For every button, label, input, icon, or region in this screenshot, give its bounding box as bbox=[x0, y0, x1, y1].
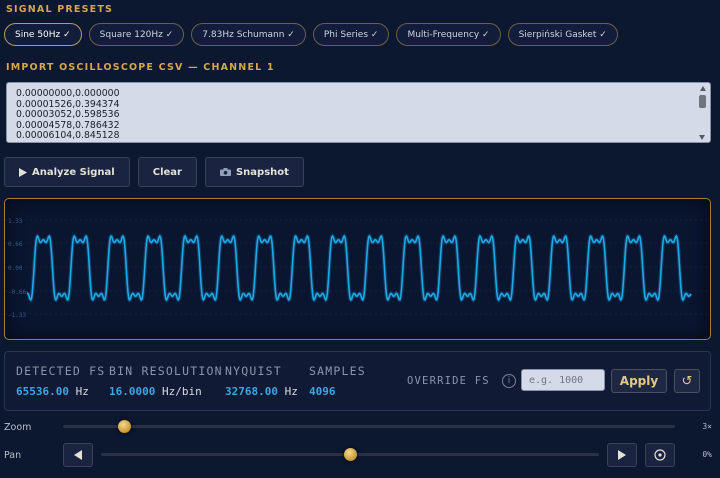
csv-input[interactable]: 0.00000000,0.000000 0.00001526,0.394374 … bbox=[6, 82, 711, 143]
y-tick-label: 0.66 bbox=[8, 241, 23, 248]
preset-square-120hz[interactable]: Square 120Hz ✓ bbox=[88, 23, 185, 46]
presets-section-title: SIGNAL PRESETS bbox=[6, 4, 114, 15]
camera-icon bbox=[219, 168, 231, 176]
preset-list: Sine 50Hz ✓ Square 120Hz ✓ 7.83Hz Schuma… bbox=[4, 23, 618, 46]
csv-text[interactable]: 0.00000000,0.000000 0.00001526,0.394374 … bbox=[7, 83, 710, 142]
reset-icon[interactable]: ↺ bbox=[674, 369, 700, 393]
y-tick-label: -0.66 bbox=[8, 289, 27, 296]
target-icon bbox=[654, 449, 666, 461]
y-tick-label: 1.33 bbox=[8, 218, 23, 225]
pan-label: Pan bbox=[4, 450, 22, 461]
samples-value: 4096 bbox=[309, 385, 336, 398]
analyze-signal-button[interactable]: Analyze Signal bbox=[4, 157, 130, 187]
pan-slider-thumb[interactable] bbox=[344, 448, 357, 461]
apply-button[interactable]: Apply bbox=[611, 369, 667, 393]
override-fs-label: OVERRIDE FS bbox=[407, 375, 490, 387]
analyze-signal-label: Analyze Signal bbox=[32, 166, 115, 178]
waveform-chart bbox=[5, 219, 710, 315]
pan-value: 0% bbox=[702, 450, 712, 459]
signal-stats-panel: DETECTED FS 65536.00 Hz BIN RESOLUTION 1… bbox=[4, 351, 711, 411]
nyquist-value: 32768.00 Hz bbox=[225, 385, 298, 398]
snapshot-button[interactable]: Snapshot bbox=[204, 157, 304, 187]
chevron-left-icon bbox=[74, 450, 82, 460]
override-fs-input[interactable] bbox=[521, 369, 605, 391]
pan-left-button[interactable] bbox=[63, 443, 93, 467]
samples-number: 4096 bbox=[309, 385, 336, 398]
nyquist-unit: Hz bbox=[284, 385, 298, 398]
preset-schumann[interactable]: 7.83Hz Schumann ✓ bbox=[191, 23, 306, 46]
oscilloscope-display: 1.33 0.66 0.00 -0.66 -1.33 bbox=[4, 198, 711, 340]
y-tick-label: -1.33 bbox=[8, 312, 27, 319]
csv-scrollbar[interactable] bbox=[698, 86, 707, 140]
info-icon[interactable]: i bbox=[502, 374, 516, 388]
nyquist-label: NYQUIST bbox=[225, 364, 282, 378]
center-button[interactable] bbox=[645, 443, 675, 467]
y-tick-label: 0.00 bbox=[8, 265, 23, 272]
chevron-right-icon bbox=[618, 450, 626, 460]
clear-button[interactable]: Clear bbox=[137, 157, 197, 187]
bin-resolution-unit: Hz/bin bbox=[161, 385, 202, 398]
samples-label: SAMPLES bbox=[309, 364, 366, 378]
zoom-value: 3× bbox=[702, 422, 712, 431]
zoom-slider-thumb[interactable] bbox=[118, 420, 132, 433]
preset-phi-series[interactable]: Phi Series ✓ bbox=[312, 23, 390, 46]
bin-resolution-label: BIN RESOLUTION bbox=[109, 364, 223, 378]
zoom-label: Zoom bbox=[4, 422, 32, 433]
nyquist-number: 32768.00 bbox=[225, 385, 278, 398]
snapshot-label: Snapshot bbox=[235, 166, 289, 178]
scrollbar-thumb[interactable] bbox=[699, 95, 706, 108]
bin-resolution-value: 16.0000 Hz/bin bbox=[109, 385, 202, 398]
preset-multi-frequency[interactable]: Multi-Frequency ✓ bbox=[396, 23, 501, 46]
scroll-down-icon[interactable] bbox=[699, 135, 705, 140]
preset-sine-50hz[interactable]: Sine 50Hz ✓ bbox=[4, 23, 82, 46]
preset-sierpinski-gasket[interactable]: Sierpiński Gasket ✓ bbox=[507, 23, 618, 46]
detected-fs-unit: Hz bbox=[75, 385, 89, 398]
detected-fs-value: 65536.00 Hz bbox=[16, 385, 89, 398]
import-section-title: IMPORT OSCILLOSCOPE CSV — CHANNEL 1 bbox=[6, 62, 275, 73]
pan-right-button[interactable] bbox=[607, 443, 637, 467]
scroll-up-icon[interactable] bbox=[699, 86, 706, 91]
detected-fs-label: DETECTED FS bbox=[16, 364, 106, 378]
play-icon bbox=[19, 167, 27, 177]
detected-fs-number: 65536.00 bbox=[16, 385, 69, 398]
zoom-slider-track[interactable] bbox=[63, 425, 675, 428]
bin-resolution-number: 16.0000 bbox=[109, 385, 156, 398]
clear-label: Clear bbox=[152, 166, 182, 178]
action-bar: Analyze Signal Clear Snapshot bbox=[4, 157, 304, 187]
